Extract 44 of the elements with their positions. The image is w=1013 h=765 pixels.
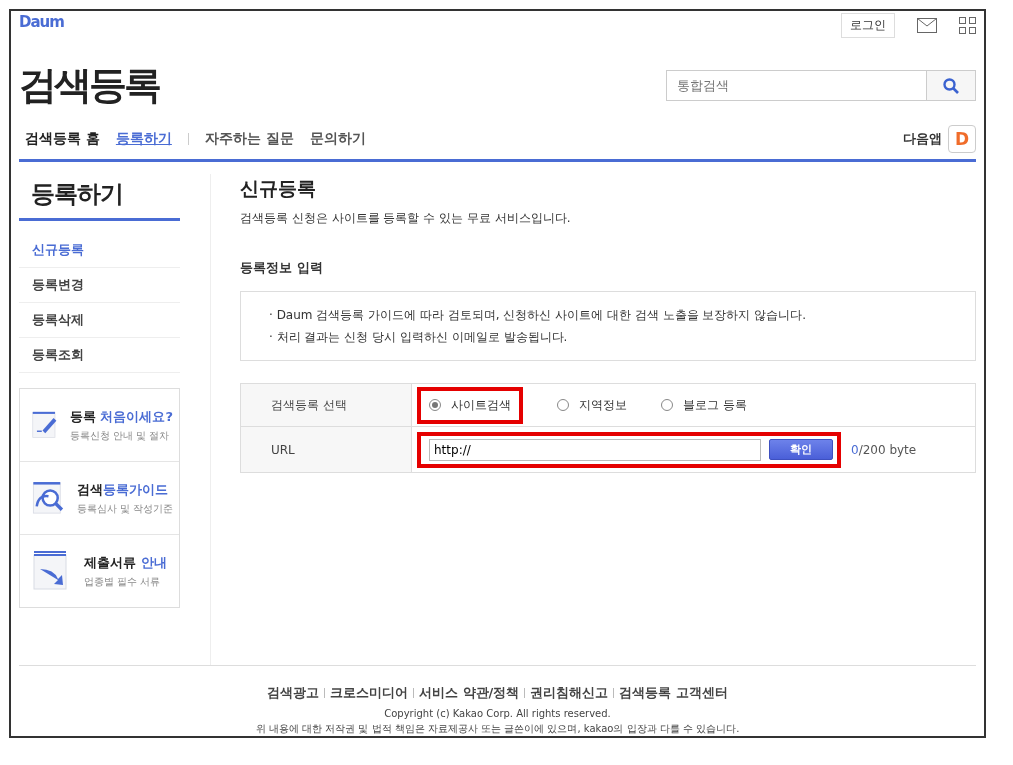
footer-link[interactable]: 검색등록 고객센터: [619, 684, 728, 702]
guide-link[interactable]: 검색등록가이드: [76, 480, 173, 499]
footer-link[interactable]: 서비스 약관/정책: [419, 684, 520, 702]
url-input[interactable]: http://: [429, 438, 761, 461]
guide-subtitle: 등록심사 및 작성기준: [76, 501, 173, 516]
grid-menu-icon[interactable]: [959, 17, 976, 34]
logo[interactable]: Daum: [19, 13, 64, 31]
nav-tab[interactable]: 자주하는 질문: [204, 130, 294, 148]
description-text: 검색등록 신청은 사이트를 등록할 수 있는 무료 서비스입니다.: [240, 210, 572, 227]
form-label: URL: [241, 427, 412, 472]
confirm-button[interactable]: 확인: [769, 439, 833, 460]
sidebar-item[interactable]: 신규등록: [19, 233, 180, 268]
footer-link[interactable]: 권리침해신고: [530, 684, 609, 702]
disclaimer-text: 위 내용에 대한 저작권 및 법적 책임은 자료제공사 또는 글쓴이에 있으며, kakao의 입장과 다를 수 있습니다.: [254, 722, 741, 736]
sidebar-item[interactable]: 등록조회: [19, 338, 180, 373]
byte-counter: 0/200 byte: [851, 442, 917, 457]
subsection-title: 등록정보 입력: [240, 259, 324, 277]
radio-option[interactable]: 블로그 등록: [661, 392, 747, 418]
radio-option[interactable]: 사이트검색: [429, 392, 511, 418]
form-label: 검색등록 선택: [241, 384, 412, 426]
search-field[interactable]: 통합검색: [666, 70, 927, 101]
search-button[interactable]: [927, 70, 976, 101]
notice-text: · Daum 검색등록 가이드에 따라 검토되며, 신청하신 사이트에 대한 검색 노출을 보장하지 않습니다.: [269, 307, 808, 324]
guide-subtitle: 업종별 필수 서류: [84, 574, 162, 589]
nav-tab[interactable]: 검색등록 홈: [25, 130, 100, 148]
footer-link[interactable]: 크로스미디어: [330, 684, 409, 702]
guide-link[interactable]: 제출서류 안내: [84, 553, 167, 572]
app-label[interactable]: 다음앱: [903, 130, 942, 148]
mail-icon[interactable]: [917, 18, 937, 33]
section-title: 신규등록: [240, 176, 317, 201]
nav-tab[interactable]: 등록하기: [115, 130, 172, 148]
guide-link[interactable]: 등록 처음이세요?: [69, 407, 173, 426]
sidebar-item[interactable]: 등록삭제: [19, 303, 180, 338]
radio-option[interactable]: 지역정보: [557, 392, 627, 418]
sidebar-item[interactable]: 등록변경: [19, 268, 180, 303]
footer-link[interactable]: 검색광고: [267, 684, 320, 702]
guide-subtitle: 등록신청 안내 및 절차: [69, 428, 171, 443]
notice-text: · 처리 결과는 신청 당시 입력하신 이메일로 발송됩니다.: [269, 329, 569, 346]
copyright-text: Copyright (c) Kakao Corp. All rights reserved.: [383, 708, 612, 719]
sidebar-title: 등록하기: [19, 178, 180, 221]
search-icon: [943, 77, 959, 94]
nav-tab[interactable]: 문의하기: [309, 130, 366, 148]
page-title: 검색등록: [19, 62, 159, 109]
login-button[interactable]: 로그인: [841, 13, 895, 38]
